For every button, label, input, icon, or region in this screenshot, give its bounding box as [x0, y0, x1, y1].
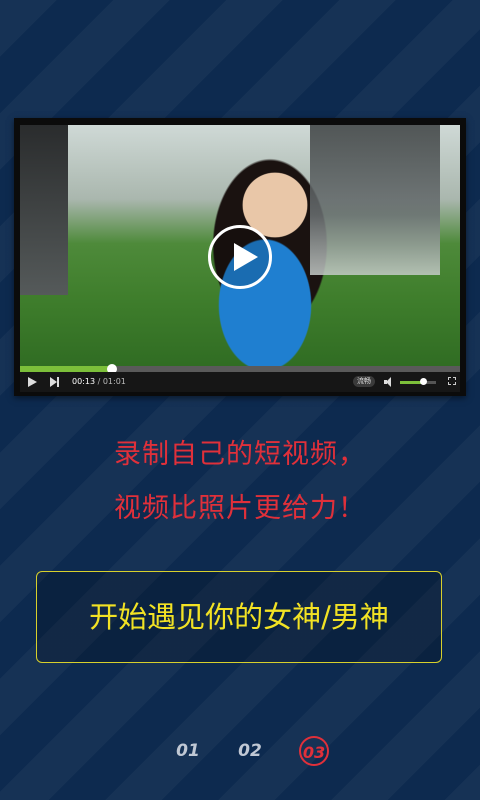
volume-slider[interactable] [400, 378, 436, 385]
play-icon[interactable] [28, 377, 37, 387]
control-bar: 00:13 / 01:01 流畅 [20, 372, 460, 392]
start-meeting-button[interactable]: 开始遇见你的女神/男神 [36, 571, 442, 663]
caption-line-2: 视频比照片更给力！ [114, 493, 366, 524]
fullscreen-icon[interactable] [448, 377, 456, 385]
time-display: 00:13 / 01:01 [72, 377, 126, 386]
page-indicator-2[interactable]: 02 [230, 736, 270, 766]
total-time: 01:01 [102, 377, 126, 386]
volume-handle[interactable] [420, 378, 428, 385]
video-background-lantern [310, 125, 440, 275]
next-icon[interactable] [50, 377, 60, 387]
video-player[interactable]: 00:13 / 01:01 流畅 [14, 118, 466, 396]
volume-icon[interactable] [384, 377, 394, 387]
page-indicator-1[interactable]: 01 [168, 736, 208, 766]
caption-line-1: 录制自己的短视频， [114, 439, 366, 470]
video-background-pillar [20, 125, 68, 295]
time-separator: / [95, 377, 103, 386]
play-overlay-button[interactable] [208, 225, 272, 289]
video-frame[interactable] [20, 125, 460, 372]
quality-button[interactable]: 流畅 [353, 376, 375, 387]
page-indicator-3[interactable]: 03 [299, 736, 329, 766]
current-time: 00:13 [72, 377, 96, 386]
